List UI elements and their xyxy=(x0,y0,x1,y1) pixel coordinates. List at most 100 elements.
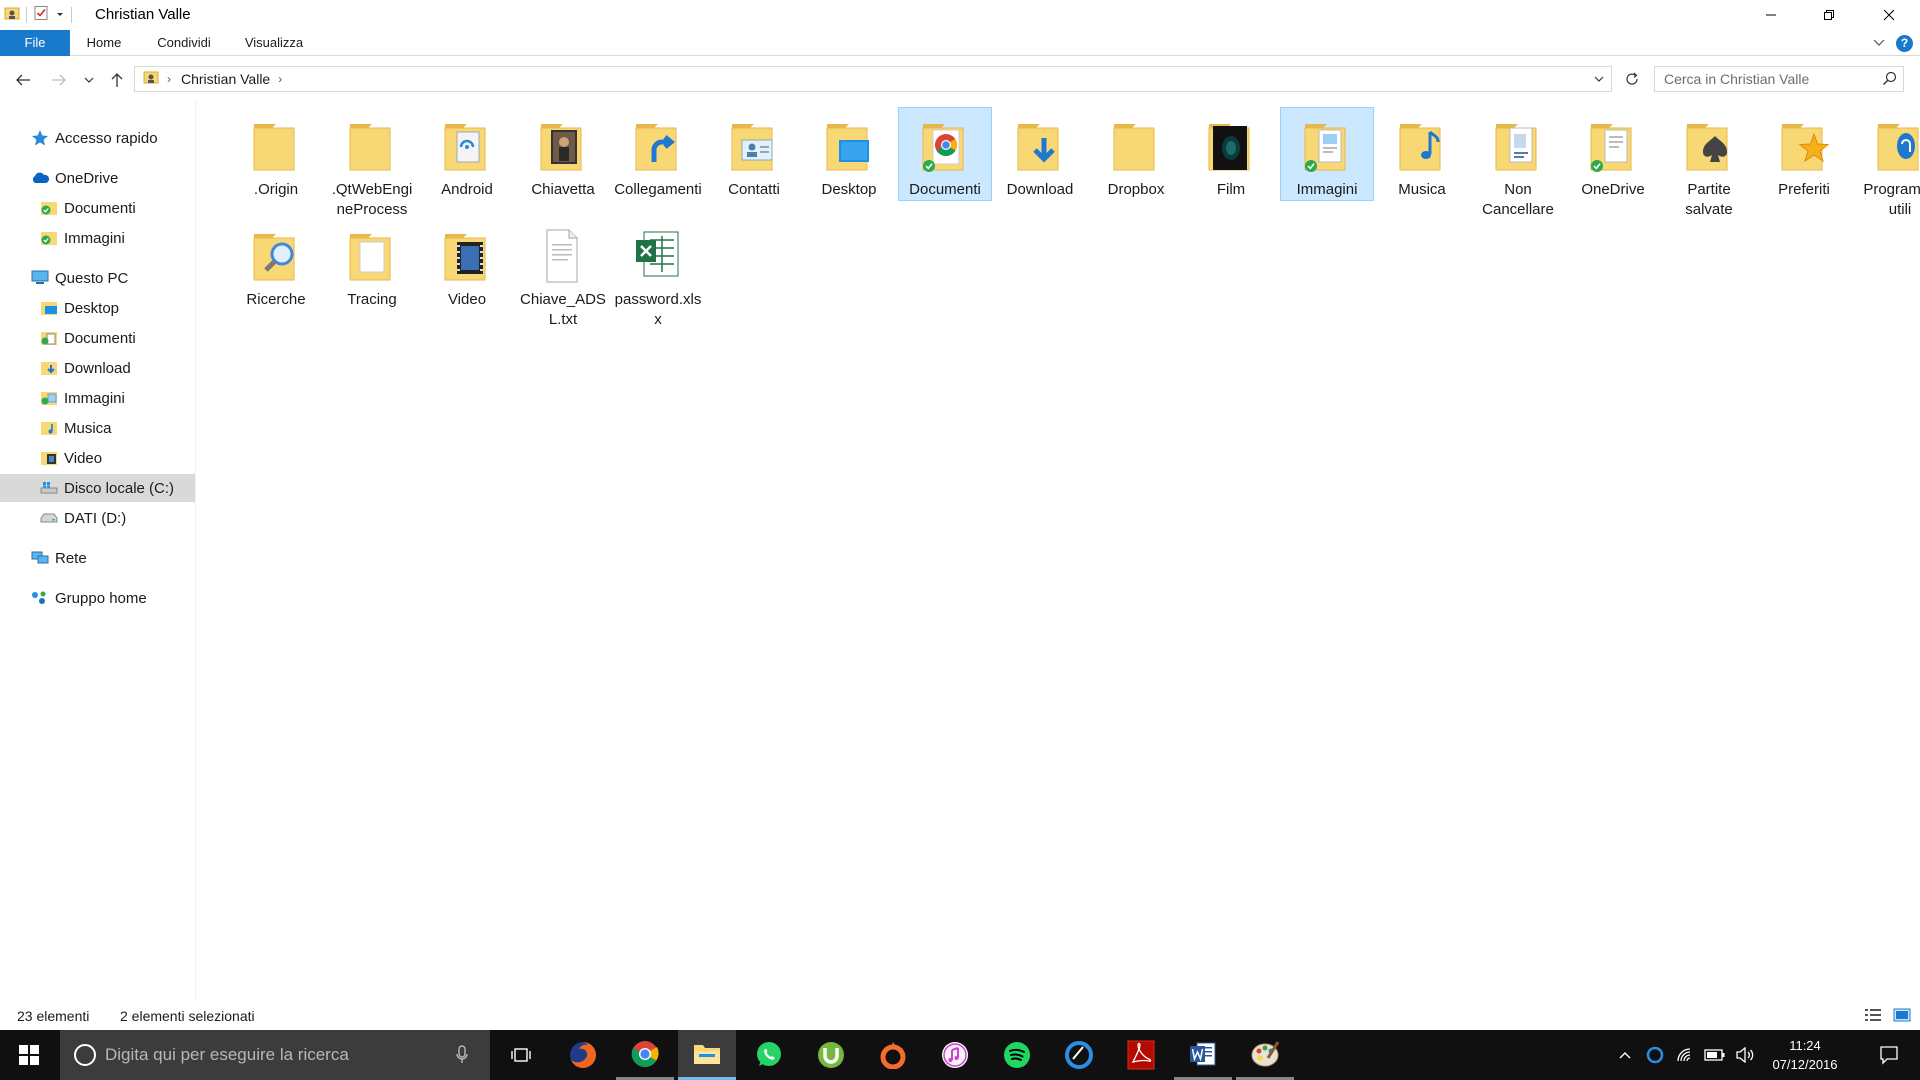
search-icon[interactable] xyxy=(1882,71,1897,91)
folder-item[interactable]: Contatti xyxy=(708,108,800,200)
nav-pc-pictures[interactable]: Immagini xyxy=(0,384,195,412)
folder-item[interactable]: Android xyxy=(421,108,513,200)
nav-onedrive[interactable]: OneDrive xyxy=(0,164,195,192)
close-button[interactable] xyxy=(1858,0,1920,30)
nav-pc-desktop[interactable]: Desktop xyxy=(0,294,195,322)
large-icons-view-icon[interactable] xyxy=(1893,1008,1911,1025)
nav-onedrive-pictures[interactable]: Immagini xyxy=(0,224,195,252)
nav-pc-downloads[interactable]: Download xyxy=(0,354,195,382)
nav-pc-drive-d[interactable]: DATI (D:) xyxy=(0,504,195,532)
restore-button[interactable] xyxy=(1800,0,1858,30)
recent-locations-button[interactable] xyxy=(82,69,96,91)
folder-pictures-icon xyxy=(1281,108,1373,182)
taskbar-search-box[interactable]: Digita qui per eseguire la ricerca xyxy=(60,1030,490,1080)
nav-onedrive-documents[interactable]: Documenti xyxy=(0,194,195,222)
nav-pc-drive-c[interactable]: Disco locale (C:) xyxy=(0,474,195,502)
folder-item[interactable]: Immagini xyxy=(1280,107,1374,201)
address-history-icon[interactable] xyxy=(1593,72,1605,90)
file-item[interactable]: Chiave_ADSL.txt xyxy=(517,218,609,330)
folder-item[interactable]: Partite salvate xyxy=(1663,108,1755,220)
wifi-icon[interactable] xyxy=(1672,1030,1698,1080)
nav-pc-documents[interactable]: Documenti xyxy=(0,324,195,352)
folder-item[interactable]: Chiavetta xyxy=(517,108,609,200)
search-input[interactable] xyxy=(1655,67,1869,91)
folder-item[interactable]: Download xyxy=(994,108,1086,200)
folder-item[interactable]: Musica xyxy=(1376,108,1468,200)
pictures-folder-icon xyxy=(39,388,59,408)
ccleaner-tray-icon[interactable] xyxy=(1642,1030,1668,1080)
folder-item[interactable]: Collegamenti xyxy=(612,108,704,200)
action-center-icon[interactable] xyxy=(1864,1030,1914,1080)
origin-icon[interactable] xyxy=(864,1030,922,1080)
folder-user-icon[interactable] xyxy=(4,5,20,26)
spotify-icon[interactable] xyxy=(988,1030,1046,1080)
folder-item[interactable]: Non Cancellare xyxy=(1472,108,1564,220)
file-item[interactable]: password.xlsx xyxy=(612,218,704,330)
nav-pc-videos[interactable]: Video xyxy=(0,444,195,472)
folder-item[interactable]: Preferiti xyxy=(1758,108,1850,200)
nav-label: Gruppo home xyxy=(55,589,147,607)
folder-item[interactable]: Desktop xyxy=(803,108,895,200)
address-bar[interactable]: › Christian Valle › xyxy=(134,66,1612,92)
start-button[interactable] xyxy=(0,1030,58,1080)
battery-icon[interactable] xyxy=(1702,1030,1728,1080)
minimize-button[interactable] xyxy=(1742,0,1800,30)
nav-pc-music[interactable]: Musica xyxy=(0,414,195,442)
tab-home[interactable]: Home xyxy=(78,30,130,56)
whatsapp-icon[interactable] xyxy=(740,1030,798,1080)
system-clock[interactable]: 11:24 07/12/2016 xyxy=(1762,1036,1848,1074)
folder-music-icon xyxy=(1376,108,1468,182)
tab-file[interactable]: File xyxy=(0,30,70,56)
chrome-icon[interactable] xyxy=(616,1030,674,1080)
refresh-button[interactable] xyxy=(1620,66,1644,92)
folder-item[interactable]: Film xyxy=(1185,108,1277,200)
word-icon[interactable] xyxy=(1174,1030,1232,1080)
paint-icon[interactable] xyxy=(1236,1030,1294,1080)
chevron-right-icon[interactable]: › xyxy=(167,72,171,86)
ccleaner-icon[interactable] xyxy=(1050,1030,1108,1080)
tab-share[interactable]: Condividi xyxy=(148,30,220,56)
back-button[interactable] xyxy=(12,69,34,91)
properties-icon[interactable] xyxy=(33,5,49,26)
acrobat-reader-icon[interactable] xyxy=(1112,1030,1170,1080)
search-box[interactable] xyxy=(1654,66,1904,92)
nav-quick-access[interactable]: Accesso rapido xyxy=(0,124,195,152)
folder-item[interactable]: Video xyxy=(421,218,513,310)
details-view-icon[interactable] xyxy=(1864,1008,1882,1025)
task-view-icon[interactable] xyxy=(492,1030,550,1080)
folder-item[interactable]: Tracing xyxy=(326,218,418,310)
cortana-icon xyxy=(74,1044,96,1066)
chevron-right-icon[interactable]: › xyxy=(278,72,282,86)
network-icon xyxy=(30,548,50,568)
folder-item[interactable]: Programmi utili xyxy=(1854,108,1920,220)
folder-item[interactable]: .QtWebEngineProcess xyxy=(326,108,418,220)
folder-item[interactable]: OneDrive xyxy=(1567,108,1659,200)
item-count: 23 elementi xyxy=(17,1008,90,1024)
qat-separator xyxy=(26,7,27,23)
tab-view[interactable]: Visualizza xyxy=(235,30,313,56)
item-label: Preferiti xyxy=(1778,181,1830,198)
show-hidden-icons-icon[interactable] xyxy=(1612,1030,1638,1080)
expand-ribbon-icon[interactable] xyxy=(1872,35,1886,54)
breadcrumb[interactable]: Christian Valle xyxy=(181,71,270,87)
nav-homegroup[interactable]: Gruppo home xyxy=(0,584,195,612)
utorrent-icon[interactable] xyxy=(802,1030,860,1080)
folder-item[interactable]: Ricerche xyxy=(230,218,322,310)
nav-label: Musica xyxy=(64,419,112,437)
forward-button[interactable] xyxy=(48,69,70,91)
file-explorer-icon[interactable] xyxy=(678,1030,736,1080)
folder-item[interactable]: .Origin xyxy=(230,108,322,200)
volume-icon[interactable] xyxy=(1732,1030,1758,1080)
folder-item[interactable]: Dropbox xyxy=(1090,108,1182,200)
folder-icon xyxy=(326,108,418,182)
qat-dropdown-icon[interactable] xyxy=(55,6,65,24)
itunes-icon[interactable] xyxy=(926,1030,984,1080)
up-button[interactable] xyxy=(106,69,128,91)
microphone-icon[interactable] xyxy=(456,1045,468,1070)
nav-network[interactable]: Rete xyxy=(0,544,195,572)
nav-this-pc[interactable]: Questo PC xyxy=(0,264,195,292)
help-icon[interactable]: ? xyxy=(1896,35,1913,52)
firefox-icon[interactable] xyxy=(554,1030,612,1080)
folder-item[interactable]: Documenti xyxy=(898,107,992,201)
downloads-folder-icon xyxy=(39,358,59,378)
